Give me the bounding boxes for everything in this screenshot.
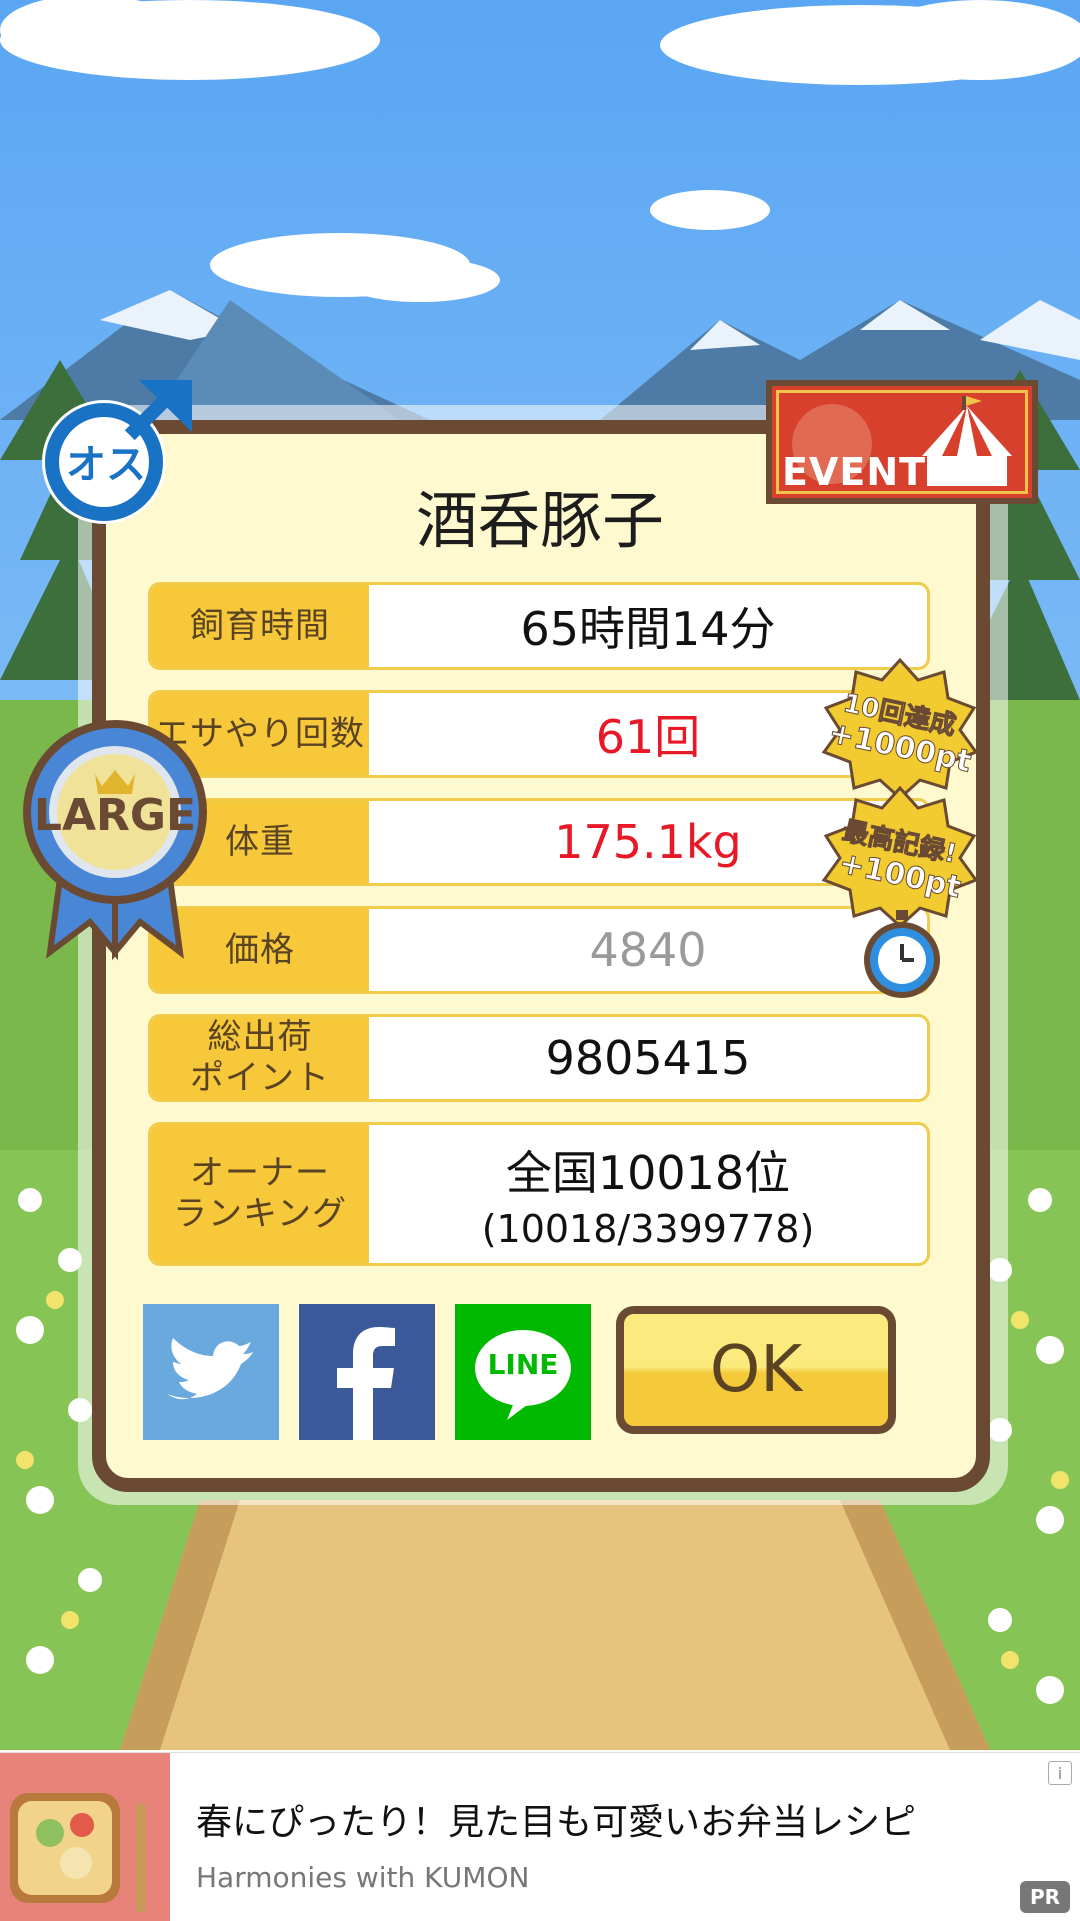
ad-pr-badge: PR xyxy=(1020,1881,1070,1913)
stat-row-total-shipping-points: 総出荷 ポイント 9805415 xyxy=(148,1014,930,1102)
stat-row-price: 価格 4840 xyxy=(148,906,930,994)
stat-row-raising-time: 飼育時間 65時間14分 xyxy=(148,582,930,670)
ranking-detail: (10018/3399778) xyxy=(481,1207,815,1251)
twitter-bird-icon xyxy=(167,1338,253,1400)
line-logo-text: LINE xyxy=(487,1348,559,1381)
pig-name: 酒呑豚子 xyxy=(415,484,664,557)
twitter-share-button[interactable] xyxy=(143,1304,279,1440)
ad-thumbnail xyxy=(0,1753,170,1921)
achievement-badge-feeding: 10回達成 +1000pt xyxy=(820,658,980,798)
stat-label-line2: ランキング xyxy=(173,1194,347,1234)
stat-value: 65時間14分 xyxy=(520,602,776,656)
stat-label: 飼育時間 xyxy=(151,585,369,667)
ranking-position: 全国10018位 xyxy=(505,1146,791,1200)
line-share-button[interactable]: LINE xyxy=(455,1304,591,1440)
stat-value: 全国10018位 (10018/3399778) xyxy=(369,1125,927,1263)
stat-row-weight: 体重 175.1kg xyxy=(148,798,930,886)
ad-info-icon[interactable]: i xyxy=(1048,1761,1072,1785)
achievement-badge-record: 最高記録! +100pt xyxy=(820,786,980,926)
ad-banner[interactable]: 春にぴったり！見た目も可愛いお弁当レシピ Harmonies with KUMO… xyxy=(0,1752,1080,1921)
ad-subtitle: Harmonies with KUMON xyxy=(196,1861,530,1894)
stat-label-line1: 総出荷 xyxy=(207,1017,313,1058)
stat-label: オーナー ランキング xyxy=(151,1125,369,1263)
stat-value: 9805415 xyxy=(545,1031,751,1085)
stat-label: 総出荷 ポイント xyxy=(151,1017,369,1099)
stat-row-owner-ranking: オーナー ランキング 全国10018位 (10018/3399778) xyxy=(148,1122,930,1266)
stat-label-line2: ポイント xyxy=(190,1058,330,1098)
stopwatch-icon[interactable] xyxy=(860,910,944,1000)
stat-row-feeding-count: エサやり回数 61回 xyxy=(148,690,930,778)
facebook-f-icon xyxy=(337,1327,395,1440)
ad-title[interactable]: 春にぴったり！見た目も可愛いお弁当レシピ xyxy=(196,1793,916,1845)
facebook-share-button[interactable] xyxy=(299,1304,435,1440)
stat-label-line1: オーナー xyxy=(189,1153,330,1194)
size-label: LARGE xyxy=(33,790,197,841)
ok-button[interactable]: OK xyxy=(616,1306,896,1434)
